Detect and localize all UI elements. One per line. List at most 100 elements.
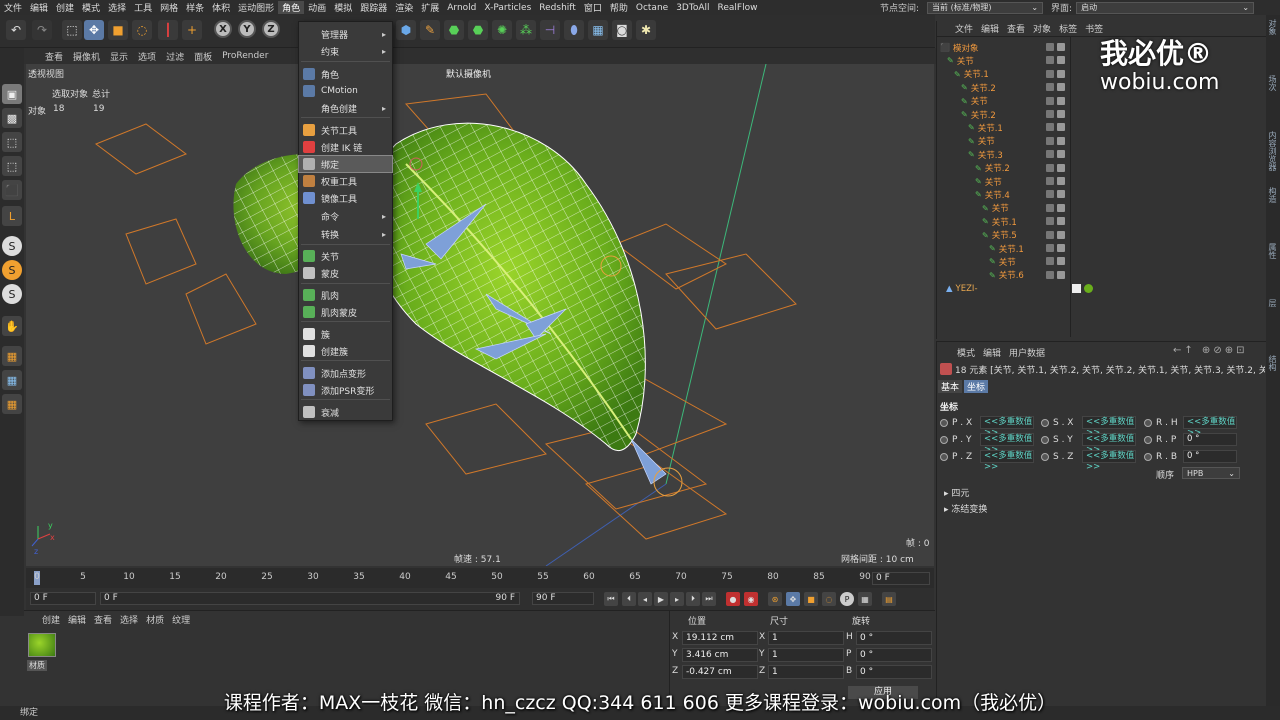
lock-workplane-icon[interactable]: ▦: [2, 394, 22, 414]
menu-item-1[interactable]: 约束 ▸: [299, 43, 392, 59]
object-visibility-toggles[interactable]: [1046, 69, 1068, 80]
object-row[interactable]: ✎ 关节.1: [954, 68, 989, 81]
menu-item[interactable]: 模拟: [330, 1, 356, 14]
material-menu-item[interactable]: 创建: [42, 613, 60, 626]
prev-key-icon[interactable]: ⏴: [622, 592, 636, 606]
viewport-menu-item[interactable]: 过滤: [161, 50, 189, 63]
axis-mode-icon[interactable]: L: [2, 206, 22, 226]
menu-item-12[interactable]: 关节: [299, 248, 392, 264]
menu-item[interactable]: 帮助: [606, 1, 632, 14]
radio-rotation[interactable]: [1144, 453, 1152, 461]
dock-tab[interactable]: 构造: [1267, 187, 1278, 203]
size-field[interactable]: 1: [768, 665, 844, 679]
recent-tool-icon[interactable]: ┃: [158, 20, 178, 40]
dock-tab[interactable]: 场次: [1267, 75, 1278, 91]
menu-item[interactable]: 渲染: [391, 1, 417, 14]
menu-item[interactable]: 动画: [304, 1, 330, 14]
key-pla-icon[interactable]: ▦: [858, 592, 872, 606]
scale-value-field[interactable]: <<多重数值>>: [1082, 450, 1136, 472]
object-menu-item[interactable]: 编辑: [981, 22, 999, 35]
scale-tool-icon[interactable]: ■: [108, 20, 128, 40]
light-icon[interactable]: ✱: [636, 20, 656, 40]
object-row[interactable]: ✎ 关节.6: [989, 269, 1024, 282]
object-row[interactable]: ✎ 关节.4: [975, 188, 1010, 201]
object-menu-item[interactable]: 查看: [1007, 22, 1025, 35]
object-row[interactable]: ✎ 关节: [975, 175, 1002, 188]
material-menu-item[interactable]: 查看: [94, 613, 112, 626]
record-icon[interactable]: ●: [726, 592, 740, 606]
workplane-icon[interactable]: ▦: [2, 346, 22, 366]
menu-item-6[interactable]: 创建 IK 链: [299, 139, 392, 155]
material-tag-icon[interactable]: [1084, 284, 1093, 294]
move-tool-icon[interactable]: ✥: [84, 20, 104, 40]
sculpt-icon[interactable]: ✋: [2, 316, 22, 336]
object-row[interactable]: ✎ 关节: [947, 54, 974, 67]
object-row[interactable]: ✎ 关节.2: [975, 162, 1010, 175]
field-icon[interactable]: ⬮: [564, 20, 584, 40]
material-name[interactable]: 材质: [27, 660, 47, 671]
radio-scale[interactable]: [1041, 436, 1049, 444]
deformer-icon[interactable]: ⊣: [540, 20, 560, 40]
rotation-field[interactable]: 0 °: [856, 648, 932, 662]
menu-item-19[interactable]: 添加PSR变形: [299, 382, 392, 398]
menu-item-2[interactable]: 角色: [299, 66, 392, 82]
snap-icon[interactable]: S: [2, 236, 22, 256]
object-visibility-toggles[interactable]: [1046, 217, 1068, 227]
object-visibility-toggles[interactable]: [1046, 244, 1068, 254]
perspective-viewport[interactable]: y x z 透视视图 选取对象 总计 对象 18 19 默认摄像机 帧速 : 5…: [26, 64, 934, 566]
material-menu-item[interactable]: 选择: [120, 613, 138, 626]
material-thumbnail[interactable]: [28, 633, 56, 657]
timeline-window-icon[interactable]: ▤: [882, 592, 896, 606]
key-position-icon[interactable]: ✥: [786, 592, 800, 606]
object-menu-item[interactable]: 文件: [955, 22, 973, 35]
size-field[interactable]: 1: [768, 631, 844, 645]
menu-item-5[interactable]: 关节工具: [299, 122, 392, 138]
end-frame-field[interactable]: 90 F: [532, 592, 594, 605]
menu-item-11[interactable]: 转换 ▸: [299, 226, 392, 242]
camera-icon[interactable]: ◙: [612, 20, 632, 40]
edges-mode-icon[interactable]: ⬚: [2, 156, 22, 176]
rotation-order-dropdown[interactable]: HPB ⌄: [1182, 467, 1240, 479]
scale-value-field[interactable]: <<多重数值>>: [1082, 416, 1136, 438]
autokey-icon[interactable]: ◉: [744, 592, 758, 606]
position-field[interactable]: 3.416 cm: [682, 648, 758, 662]
menu-item-8[interactable]: 权重工具: [299, 173, 392, 189]
menu-item[interactable]: 文件: [0, 1, 26, 14]
menu-item[interactable]: 扩展: [417, 1, 443, 14]
menu-item[interactable]: 窗口: [580, 1, 606, 14]
dock-tab[interactable]: 结构: [1267, 355, 1278, 371]
texture-mode-icon[interactable]: ▩: [2, 108, 22, 128]
object-menu-item[interactable]: 对象: [1033, 22, 1051, 35]
menu-item-10[interactable]: 命令 ▸: [299, 208, 392, 224]
radio-rotation[interactable]: [1144, 436, 1152, 444]
interface-dropdown[interactable]: 启动 ⌄: [1076, 1, 1255, 14]
menu-item-14[interactable]: 肌肉: [299, 287, 392, 303]
menu-item-0[interactable]: 管理器 ▸: [299, 26, 392, 42]
object-row[interactable]: ✎ 关节.1: [989, 242, 1024, 255]
viewport-menu-item[interactable]: 选项: [133, 50, 161, 63]
subdivision-icon[interactable]: ⬣: [444, 20, 464, 40]
key-param-icon[interactable]: P: [840, 592, 854, 606]
menu-item-7[interactable]: 绑定: [298, 155, 393, 173]
points-mode-icon[interactable]: ⬚: [2, 132, 22, 152]
polygons-mode-icon[interactable]: ⬛: [2, 180, 22, 200]
menu-item[interactable]: 网格: [156, 1, 182, 14]
next-frame-icon[interactable]: ▸: [670, 592, 684, 606]
position-value-field[interactable]: <<多重数值>>: [980, 450, 1034, 472]
grid-icon[interactable]: ▦: [2, 370, 22, 390]
z-axis-lock-icon[interactable]: Z: [262, 20, 280, 38]
object-row[interactable]: ✎ 关节: [961, 95, 988, 108]
object-visibility-toggles[interactable]: [1046, 190, 1068, 200]
object-visibility-toggles[interactable]: [1046, 177, 1068, 187]
group-quaternion[interactable]: ▸ 四元: [944, 486, 969, 499]
key-rotation-icon[interactable]: ◌: [822, 592, 836, 606]
checker-tag-icon[interactable]: [1072, 284, 1081, 294]
menu-item-15[interactable]: 肌肉蒙皮: [299, 304, 392, 320]
attribute-menu-item[interactable]: 模式: [957, 346, 975, 359]
next-key-icon[interactable]: ⏵: [686, 592, 700, 606]
object-row[interactable]: ✎ 关节.3: [968, 148, 1003, 161]
menu-item[interactable]: 体积: [208, 1, 234, 14]
menu-item-9[interactable]: 镜像工具: [299, 190, 392, 206]
menu-item[interactable]: 样条: [182, 1, 208, 14]
object-visibility-toggles[interactable]: [1046, 43, 1068, 53]
